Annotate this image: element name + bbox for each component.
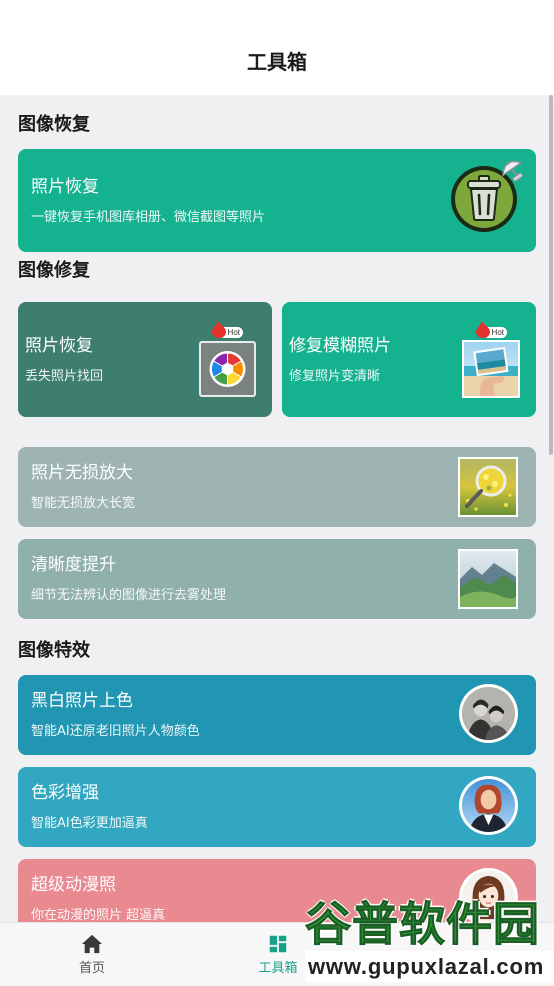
nav-item-home[interactable]: 首页 xyxy=(47,923,137,986)
card-subtitle: 智能AI还原老旧照片人物颜色 xyxy=(31,724,200,739)
tile-subtitle: 修复照片变清晰 xyxy=(289,369,381,384)
site-watermark: 谷普软件园 www.gupuxlazal.com xyxy=(305,896,554,986)
hot-badge: Hot xyxy=(212,321,244,339)
card-subtitle: 细节无法辨认的图像进行去雾处理 xyxy=(31,588,227,603)
page-title: 工具箱 xyxy=(247,50,307,74)
card-subtitle: 智能AI色彩更加逼真 xyxy=(31,816,148,831)
top-bar: 工具箱 xyxy=(0,0,554,95)
card-title: 黑白照片上色 xyxy=(31,691,133,711)
card-title: 超级动漫照 xyxy=(31,875,116,895)
magnifier-flower-field-thumbnail xyxy=(458,457,518,517)
section-title-image-restore: 图像恢复 xyxy=(18,114,90,135)
tile-title: 照片恢复 xyxy=(25,336,93,356)
black-white-portrait-avatar xyxy=(459,684,518,743)
deblur-photo-tile[interactable]: 修复模糊照片 修复照片变清晰 Hot xyxy=(282,302,536,417)
nav-label: 首页 xyxy=(78,961,105,976)
tile-title: 修复模糊照片 xyxy=(289,336,391,356)
card-title: 照片无损放大 xyxy=(31,463,133,483)
card-title: 色彩增强 xyxy=(31,783,99,803)
lossless-upscale-card[interactable]: 照片无损放大 智能无损放大长宽 xyxy=(18,447,536,527)
mountain-landscape-thumbnail xyxy=(458,549,518,609)
color-enhance-card[interactable]: 色彩增强 智能AI色彩更加逼真 xyxy=(18,767,536,847)
camera-aperture-icon xyxy=(199,341,256,397)
home-icon xyxy=(81,933,103,955)
dashboard-grid-icon xyxy=(267,933,289,955)
card-subtitle: 智能无损放大长宽 xyxy=(31,496,136,511)
watermark-url: www.gupuxlazal.com xyxy=(305,951,554,982)
hot-badge: Hot xyxy=(476,321,508,339)
flame-icon xyxy=(212,321,226,338)
section-title-image-effects: 图像特效 xyxy=(18,640,90,661)
tools-screen: 工具箱 图像恢复 照片恢复 一键恢复手机图库相册、微信截图等照片 图像修复 照片… xyxy=(0,0,554,986)
card-title: 清晰度提升 xyxy=(31,555,116,575)
card-subtitle: 一键恢复手机图库相册、微信截图等照片 xyxy=(31,210,266,225)
color-portrait-avatar xyxy=(459,776,518,835)
clarity-boost-card[interactable]: 清晰度提升 细节无法辨认的图像进行去雾处理 xyxy=(18,539,536,619)
section-title-image-repair: 图像修复 xyxy=(18,260,90,281)
flame-icon xyxy=(476,321,490,338)
tile-subtitle: 丢失照片找回 xyxy=(25,369,104,384)
card-title: 照片恢复 xyxy=(31,177,99,197)
watermark-name: 谷普软件园 xyxy=(305,897,540,952)
beach-photo-thumbnail xyxy=(462,340,520,398)
scrollbar[interactable] xyxy=(549,95,553,455)
photo-recovery-card[interactable]: 照片恢复 一键恢复手机图库相册、微信截图等照片 xyxy=(18,149,536,252)
colorize-bw-photo-card[interactable]: 黑白照片上色 智能AI还原老旧照片人物颜色 xyxy=(18,675,536,755)
photo-restore-tile[interactable]: 照片恢复 丢失照片找回 Hot xyxy=(18,302,272,417)
tools-content: 图像恢复 照片恢复 一键恢复手机图库相册、微信截图等照片 图像修复 照片恢复 丢… xyxy=(0,95,554,986)
satellite-dish-icon xyxy=(497,154,527,184)
